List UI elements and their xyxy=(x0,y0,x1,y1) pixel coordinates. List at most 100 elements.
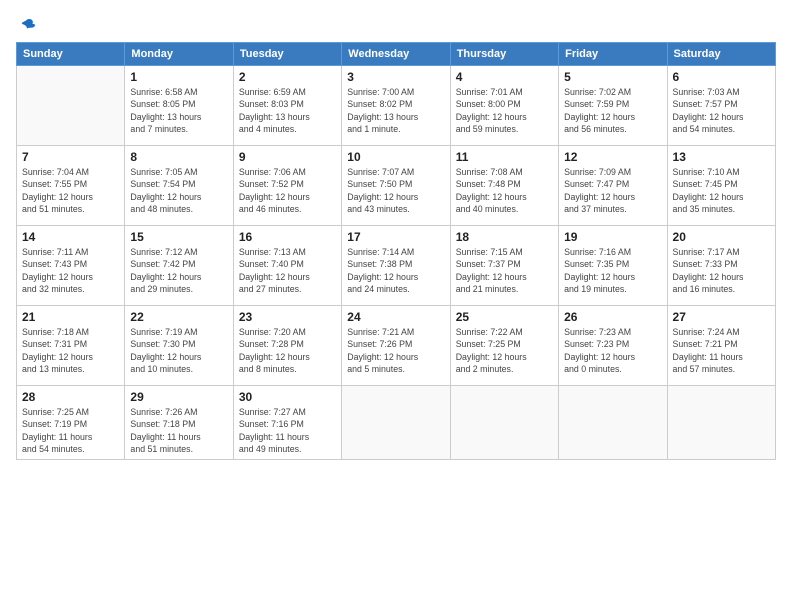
day-number: 1 xyxy=(130,70,227,84)
day-number: 7 xyxy=(22,150,119,164)
day-info: Sunrise: 7:02 AMSunset: 7:59 PMDaylight:… xyxy=(564,86,661,135)
col-sunday: Sunday xyxy=(17,43,125,66)
day-info: Sunrise: 6:59 AMSunset: 8:03 PMDaylight:… xyxy=(239,86,336,135)
calendar-cell: 8 Sunrise: 7:05 AMSunset: 7:54 PMDaylight… xyxy=(125,146,233,226)
calendar-week-4: 21 Sunrise: 7:18 AMSunset: 7:31 PMDayligh… xyxy=(17,306,776,386)
calendar-cell: 22 Sunrise: 7:19 AMSunset: 7:30 PMDayligh… xyxy=(125,306,233,386)
day-info: Sunrise: 7:16 AMSunset: 7:35 PMDaylight:… xyxy=(564,246,661,295)
day-number: 20 xyxy=(673,230,770,244)
day-info: Sunrise: 7:05 AMSunset: 7:54 PMDaylight:… xyxy=(130,166,227,215)
calendar-cell: 21 Sunrise: 7:18 AMSunset: 7:31 PMDayligh… xyxy=(17,306,125,386)
col-monday: Monday xyxy=(125,43,233,66)
calendar-week-5: 28 Sunrise: 7:25 AMSunset: 7:19 PMDayligh… xyxy=(17,386,776,460)
day-number: 17 xyxy=(347,230,444,244)
calendar-cell: 11Sunrise: 7:08 AMSunset: 7:48 PMDayligh… xyxy=(450,146,558,226)
day-number: 21 xyxy=(22,310,119,324)
day-info: Sunrise: 7:12 AMSunset: 7:42 PMDaylight:… xyxy=(130,246,227,295)
logo xyxy=(16,16,38,32)
calendar-cell xyxy=(450,386,558,460)
calendar-cell: 9Sunrise: 7:06 AMSunset: 7:52 PMDaylight… xyxy=(233,146,341,226)
calendar-cell: 10Sunrise: 7:07 AMSunset: 7:50 PMDayligh… xyxy=(342,146,450,226)
day-info: Sunrise: 7:22 AMSunset: 7:25 PMDaylight:… xyxy=(456,326,553,375)
day-info: Sunrise: 7:14 AMSunset: 7:38 PMDaylight:… xyxy=(347,246,444,295)
day-number: 3 xyxy=(347,70,444,84)
day-info: Sunrise: 7:04 AMSunset: 7:55 PMDaylight:… xyxy=(22,166,119,215)
calendar-cell: 25Sunrise: 7:22 AMSunset: 7:25 PMDayligh… xyxy=(450,306,558,386)
day-info: Sunrise: 7:21 AMSunset: 7:26 PMDaylight:… xyxy=(347,326,444,375)
day-number: 16 xyxy=(239,230,336,244)
day-number: 19 xyxy=(564,230,661,244)
calendar-cell: 26 Sunrise: 7:23 AMSunset: 7:23 PMDayligh… xyxy=(559,306,667,386)
day-info: Sunrise: 7:03 AMSunset: 7:57 PMDaylight:… xyxy=(673,86,770,135)
day-info: Sunrise: 7:18 AMSunset: 7:31 PMDaylight:… xyxy=(22,326,119,375)
day-number: 12 xyxy=(564,150,661,164)
day-info: Sunrise: 7:24 AMSunset: 7:21 PMDaylight:… xyxy=(673,326,770,375)
calendar-cell: 24 Sunrise: 7:21 AMSunset: 7:26 PMDayligh… xyxy=(342,306,450,386)
calendar-cell: 15 Sunrise: 7:12 AMSunset: 7:42 PMDayligh… xyxy=(125,226,233,306)
col-wednesday: Wednesday xyxy=(342,43,450,66)
day-number: 22 xyxy=(130,310,227,324)
day-info: Sunrise: 7:13 AMSunset: 7:40 PMDaylight:… xyxy=(239,246,336,295)
day-number: 23 xyxy=(239,310,336,324)
day-number: 5 xyxy=(564,70,661,84)
calendar-cell: 1 Sunrise: 6:58 AMSunset: 8:05 PMDaylight… xyxy=(125,66,233,146)
calendar-cell: 28 Sunrise: 7:25 AMSunset: 7:19 PMDayligh… xyxy=(17,386,125,460)
day-info: Sunrise: 7:25 AMSunset: 7:19 PMDaylight:… xyxy=(22,406,119,455)
day-info: Sunrise: 7:26 AMSunset: 7:18 PMDaylight:… xyxy=(130,406,227,455)
day-info: Sunrise: 7:20 AMSunset: 7:28 PMDaylight:… xyxy=(239,326,336,375)
day-info: Sunrise: 7:01 AMSunset: 8:00 PMDaylight:… xyxy=(456,86,553,135)
calendar-cell: 17 Sunrise: 7:14 AMSunset: 7:38 PMDayligh… xyxy=(342,226,450,306)
calendar-cell: 13Sunrise: 7:10 AMSunset: 7:45 PMDayligh… xyxy=(667,146,775,226)
calendar-cell: 6 Sunrise: 7:03 AMSunset: 7:57 PMDaylight… xyxy=(667,66,775,146)
calendar-cell xyxy=(17,66,125,146)
day-info: Sunrise: 7:23 AMSunset: 7:23 PMDaylight:… xyxy=(564,326,661,375)
day-number: 6 xyxy=(673,70,770,84)
calendar-cell: 7 Sunrise: 7:04 AMSunset: 7:55 PMDaylight… xyxy=(17,146,125,226)
calendar-cell: 16 Sunrise: 7:13 AMSunset: 7:40 PMDayligh… xyxy=(233,226,341,306)
calendar-cell: 23 Sunrise: 7:20 AMSunset: 7:28 PMDayligh… xyxy=(233,306,341,386)
day-info: Sunrise: 7:19 AMSunset: 7:30 PMDaylight:… xyxy=(130,326,227,375)
calendar-cell: 20 Sunrise: 7:17 AMSunset: 7:33 PMDayligh… xyxy=(667,226,775,306)
logo-bird-icon xyxy=(18,16,36,34)
calendar-cell xyxy=(342,386,450,460)
day-info: Sunrise: 6:58 AMSunset: 8:05 PMDaylight:… xyxy=(130,86,227,135)
day-number: 11 xyxy=(456,150,553,164)
day-number: 28 xyxy=(22,390,119,404)
calendar-cell: 29 Sunrise: 7:26 AMSunset: 7:18 PMDayligh… xyxy=(125,386,233,460)
day-number: 27 xyxy=(673,310,770,324)
day-number: 13 xyxy=(673,150,770,164)
calendar-cell xyxy=(559,386,667,460)
calendar-cell: 19 Sunrise: 7:16 AMSunset: 7:35 PMDayligh… xyxy=(559,226,667,306)
calendar-cell: 12Sunrise: 7:09 AMSunset: 7:47 PMDayligh… xyxy=(559,146,667,226)
day-number: 24 xyxy=(347,310,444,324)
day-number: 10 xyxy=(347,150,444,164)
page: Sunday Monday Tuesday Wednesday Thursday… xyxy=(0,0,792,612)
calendar-table: Sunday Monday Tuesday Wednesday Thursday… xyxy=(16,42,776,460)
calendar-cell: 30Sunrise: 7:27 AMSunset: 7:16 PMDayligh… xyxy=(233,386,341,460)
day-info: Sunrise: 7:27 AMSunset: 7:16 PMDaylight:… xyxy=(239,406,336,455)
day-number: 29 xyxy=(130,390,227,404)
day-info: Sunrise: 7:15 AMSunset: 7:37 PMDaylight:… xyxy=(456,246,553,295)
day-number: 4 xyxy=(456,70,553,84)
col-friday: Friday xyxy=(559,43,667,66)
header xyxy=(16,16,776,32)
calendar-cell: 5 Sunrise: 7:02 AMSunset: 7:59 PMDaylight… xyxy=(559,66,667,146)
day-number: 8 xyxy=(130,150,227,164)
calendar-cell: 18 Sunrise: 7:15 AMSunset: 7:37 PMDayligh… xyxy=(450,226,558,306)
day-number: 9 xyxy=(239,150,336,164)
col-saturday: Saturday xyxy=(667,43,775,66)
calendar-cell xyxy=(667,386,775,460)
calendar-week-3: 14Sunrise: 7:11 AMSunset: 7:43 PMDayligh… xyxy=(17,226,776,306)
day-info: Sunrise: 7:11 AMSunset: 7:43 PMDaylight:… xyxy=(22,246,119,295)
day-number: 18 xyxy=(456,230,553,244)
day-info: Sunrise: 7:17 AMSunset: 7:33 PMDaylight:… xyxy=(673,246,770,295)
day-number: 15 xyxy=(130,230,227,244)
col-tuesday: Tuesday xyxy=(233,43,341,66)
day-number: 26 xyxy=(564,310,661,324)
calendar-cell: 3 Sunrise: 7:00 AMSunset: 8:02 PMDaylight… xyxy=(342,66,450,146)
calendar-cell: 14Sunrise: 7:11 AMSunset: 7:43 PMDayligh… xyxy=(17,226,125,306)
day-info: Sunrise: 7:00 AMSunset: 8:02 PMDaylight:… xyxy=(347,86,444,135)
day-number: 2 xyxy=(239,70,336,84)
calendar-header: Sunday Monday Tuesday Wednesday Thursday… xyxy=(17,43,776,66)
calendar-body: 1 Sunrise: 6:58 AMSunset: 8:05 PMDaylight… xyxy=(17,66,776,460)
